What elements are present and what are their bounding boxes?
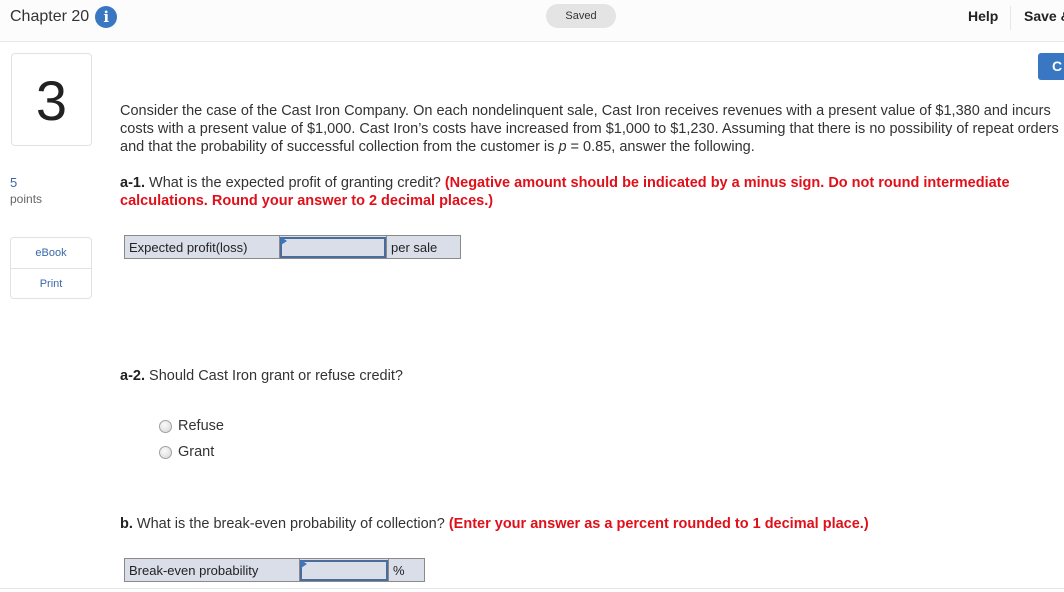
- b-input-cell: [299, 558, 389, 582]
- saved-status-badge: Saved: [546, 4, 616, 28]
- a1-row-label: Expected profit(loss): [124, 235, 280, 259]
- radio-refuse[interactable]: [159, 419, 172, 433]
- print-button[interactable]: Print: [11, 268, 91, 298]
- flag-icon: [301, 560, 307, 568]
- b-row-label: Break-even probability: [124, 558, 300, 582]
- question-number-box: 3: [11, 53, 92, 146]
- b-instruction: (Enter your answer as a percent rounded …: [448, 516, 869, 532]
- points-value: 5: [10, 175, 18, 190]
- break-even-probability-input[interactable]: [300, 559, 388, 581]
- b-unit: %: [388, 558, 425, 582]
- question-number: 3: [35, 69, 68, 132]
- b-tag: b.: [120, 516, 133, 532]
- info-icon[interactable]: i: [95, 6, 118, 28]
- question-tools: eBook Print: [10, 237, 92, 299]
- flag-icon: [281, 237, 287, 245]
- a1-tag: a-1.: [120, 175, 145, 191]
- option-grant-label[interactable]: Grant: [178, 444, 214, 460]
- question-a2: a-2. Should Cast Iron grant or refuse cr…: [120, 367, 1020, 385]
- problem-statement: Consider the case of the Cast Iron Compa…: [120, 102, 1060, 156]
- header-divider: [1010, 6, 1011, 30]
- question-b: b. What is the break-even probability of…: [120, 515, 1020, 533]
- a2-tag: a-2.: [120, 368, 145, 384]
- radio-grant[interactable]: [159, 445, 172, 459]
- a1-answer-table: Expected profit(loss) per sale: [124, 235, 461, 259]
- help-button[interactable]: Help: [968, 8, 998, 24]
- top-bar: Chapter 20 i Saved Help Save &: [0, 0, 1064, 42]
- save-exit-button[interactable]: Save &: [1024, 8, 1064, 24]
- bottom-divider: [0, 588, 1064, 589]
- points-label: points: [10, 192, 43, 206]
- check-my-work-button[interactable]: C: [1038, 53, 1064, 80]
- b-text: What is the break-even probability of co…: [132, 516, 449, 532]
- option-refuse[interactable]: Refuse: [159, 418, 224, 434]
- a1-unit: per sale: [386, 235, 461, 259]
- b-answer-table: Break-even probability %: [124, 558, 425, 582]
- expected-profit-input[interactable]: [280, 236, 386, 258]
- a2-text: Should Cast Iron grant or refuse credit?: [145, 368, 403, 384]
- option-refuse-label[interactable]: Refuse: [178, 418, 224, 434]
- a1-input-cell: [279, 235, 387, 259]
- ebook-button[interactable]: eBook: [11, 238, 91, 268]
- chapter-title: Chapter 20 i: [10, 6, 118, 28]
- question-a1: a-1. What is the expected profit of gran…: [120, 174, 1020, 210]
- option-grant[interactable]: Grant: [159, 444, 214, 460]
- probability-variable: p: [558, 139, 567, 155]
- problem-text-2: = 0.85, answer the following.: [566, 139, 755, 155]
- a1-text: What is the expected profit of granting …: [145, 175, 445, 191]
- chapter-label: Chapter 20: [10, 8, 90, 25]
